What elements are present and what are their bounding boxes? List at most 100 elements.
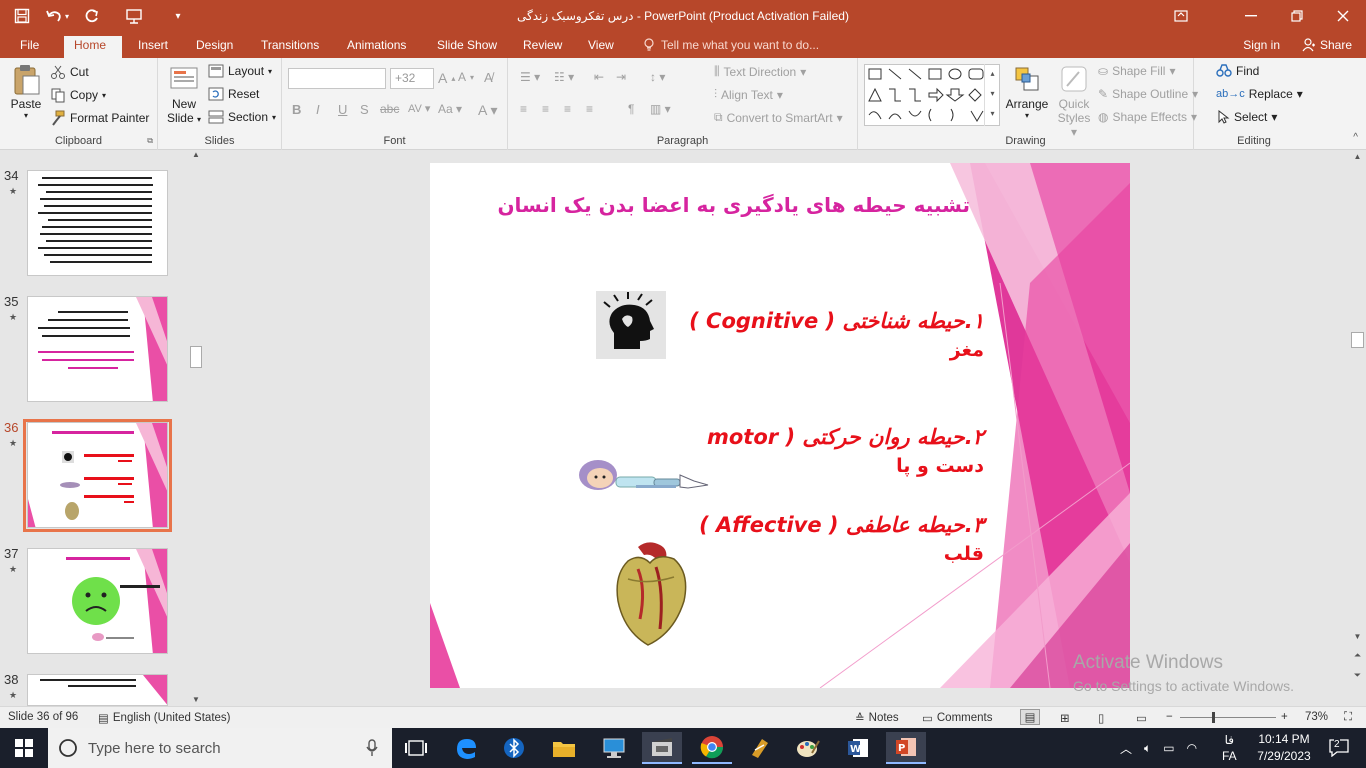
cognitive-organ[interactable]: مغز	[950, 339, 984, 361]
font-size-box[interactable]: +32	[390, 68, 434, 89]
decrease-indent-icon[interactable]: ⇤	[594, 70, 604, 84]
strikethrough-icon[interactable]: abc	[380, 102, 399, 116]
quick-styles-button[interactable]: Quick Styles ▾	[1054, 64, 1094, 139]
slide-scrollbar[interactable]: ▲ ▼ ⏶ ⏷	[1349, 150, 1366, 706]
increase-font-size-icon[interactable]: A ▴	[438, 70, 455, 86]
slide-thumbnail-37[interactable]	[27, 548, 168, 654]
restore-icon[interactable]	[1274, 0, 1320, 32]
slide-sorter-icon[interactable]: ⊞	[1060, 711, 1070, 725]
tab-slide-show[interactable]: Slide Show	[427, 36, 507, 58]
zoom-in-icon[interactable]: +	[1281, 711, 1288, 723]
bold-icon[interactable]: B	[292, 102, 301, 117]
notification-center[interactable]: 2	[1322, 728, 1356, 768]
slide-thumbnail-38[interactable]	[27, 674, 168, 706]
increase-indent-icon[interactable]: ⇥	[616, 70, 626, 84]
zoom-slider-thumb[interactable]	[1212, 712, 1215, 723]
close-icon[interactable]	[1320, 0, 1366, 32]
find-button[interactable]: Find	[1216, 64, 1259, 78]
show-hidden-icons-icon[interactable]: ︿	[1120, 740, 1132, 757]
layout-button[interactable]: Layout ▾	[208, 64, 272, 78]
tab-insert[interactable]: Insert	[128, 36, 178, 58]
tell-me-box[interactable]: Tell me what you want to do...	[643, 38, 819, 52]
shape-outline-button[interactable]: ✎ Shape Outline ▾	[1098, 87, 1198, 101]
movie-maker-icon[interactable]	[642, 732, 682, 764]
line-spacing-icon[interactable]: ↕ ▾	[650, 70, 665, 84]
share-button[interactable]: Share	[1302, 38, 1352, 52]
convert-smartart-button[interactable]: ⧉ Convert to SmartArt ▾	[714, 110, 843, 125]
bluetooth-icon[interactable]	[494, 732, 534, 764]
microphone-icon[interactable]	[366, 739, 378, 757]
tab-review[interactable]: Review	[513, 36, 572, 58]
text-direction-button[interactable]: ⫼ Text Direction ▾	[714, 64, 806, 79]
section-button[interactable]: Section ▾	[208, 110, 276, 124]
previous-slide-icon[interactable]: ⏶	[1349, 650, 1366, 661]
affective-organ[interactable]: قلب	[944, 543, 984, 565]
motor-line[interactable]: ۲.حیطه روان حرکتی ( motor	[707, 425, 984, 449]
numbering-icon[interactable]: ☷ ▾	[554, 70, 574, 84]
next-slide-icon[interactable]: ⏷	[1349, 670, 1366, 681]
underline-icon[interactable]: U	[338, 102, 347, 117]
italic-icon[interactable]: I	[316, 102, 320, 117]
zoom-out-icon[interactable]: −	[1166, 711, 1173, 723]
monitor-app-icon[interactable]	[594, 732, 634, 764]
copy-button[interactable]: Copy ▾	[50, 87, 106, 103]
edge-icon[interactable]	[446, 732, 486, 764]
thumbnail-scrollbar[interactable]: ▲ ▼	[189, 150, 203, 706]
replace-button[interactable]: ab→c Replace ▾	[1216, 87, 1303, 101]
align-center-icon[interactable]: ≡	[542, 102, 549, 116]
align-text-button[interactable]: ⫶ Align Text ▾	[714, 87, 783, 102]
tab-file[interactable]: File	[10, 36, 49, 58]
font-color-icon[interactable]: A ▾	[478, 102, 497, 119]
task-view-icon[interactable]	[396, 732, 436, 764]
dialog-launcher-icon[interactable]: ⧉	[147, 136, 153, 146]
tab-view[interactable]: View	[578, 36, 624, 58]
paint-icon[interactable]	[788, 732, 828, 764]
shapes-gallery[interactable]	[864, 64, 1000, 126]
normal-view-icon[interactable]: ▤	[1020, 709, 1040, 725]
justify-icon[interactable]: ≡	[586, 102, 593, 116]
decrease-font-size-icon[interactable]: A ▾	[458, 70, 474, 84]
align-left-icon[interactable]: ≡	[520, 102, 527, 116]
align-right-icon[interactable]: ≡	[564, 102, 571, 116]
sign-in-link[interactable]: Sign in	[1243, 38, 1280, 52]
cognitive-line[interactable]: ۱.حیطه شناختی ( Cognitive )	[689, 309, 984, 333]
slideshow-icon[interactable]: ▭	[1136, 711, 1147, 725]
current-slide[interactable]: تشبیه حیطه های یادگیری به اعضا بدن یک ان…	[430, 163, 1130, 688]
columns-icon[interactable]: ▥ ▾	[650, 102, 671, 116]
slide-title[interactable]: تشبیه حیطه های یادگیری به اعضا بدن یک ان…	[497, 193, 970, 217]
chrome-icon[interactable]	[692, 732, 732, 764]
fit-to-window-icon[interactable]: ⛶	[1344, 711, 1352, 724]
powerpoint-icon[interactable]: P	[886, 732, 926, 764]
scroll-down-icon[interactable]: ▼	[1349, 632, 1366, 641]
scroll-thumb[interactable]	[190, 346, 202, 368]
zoom-level[interactable]: 73%	[1305, 711, 1328, 723]
notes-button[interactable]: ≙ Notes	[855, 711, 899, 725]
language-switcher[interactable]: فا FA	[1222, 728, 1237, 768]
wifi-icon[interactable]: ◠	[1187, 741, 1197, 755]
slide-thumbnail-36[interactable]	[27, 422, 168, 528]
slide-thumbnail-34[interactable]	[27, 170, 168, 276]
clear-formatting-icon[interactable]: A̸	[484, 70, 493, 85]
winrar-icon[interactable]	[740, 732, 780, 764]
word-icon[interactable]: W	[838, 732, 878, 764]
file-explorer-icon[interactable]	[544, 732, 584, 764]
collapse-ribbon-icon[interactable]: ^	[1353, 132, 1358, 143]
reset-button[interactable]: Reset	[208, 87, 259, 101]
ribbon-display-options-icon[interactable]	[1158, 0, 1204, 32]
cut-button[interactable]: Cut	[50, 64, 89, 80]
shape-fill-button[interactable]: ⛀ Shape Fill ▾	[1098, 64, 1175, 78]
zoom-slider[interactable]	[1180, 717, 1276, 718]
scroll-up-icon[interactable]: ▲	[189, 150, 203, 159]
shape-effects-button[interactable]: ◍ Shape Effects ▾	[1098, 110, 1197, 124]
scroll-up-icon[interactable]: ▲	[1349, 152, 1366, 161]
tab-design[interactable]: Design	[186, 36, 243, 58]
paste-button[interactable]: Paste ▾	[8, 64, 44, 120]
slide-thumbnail-35[interactable]	[27, 296, 168, 402]
arrange-button[interactable]: Arrange ▾	[1004, 64, 1050, 120]
battery-icon[interactable]: ▭	[1163, 741, 1174, 755]
font-name-box[interactable]	[288, 68, 386, 89]
reading-view-icon[interactable]: ▯	[1098, 711, 1104, 725]
affective-line[interactable]: ۳.حیطه عاطفی ( Affective )	[699, 513, 984, 537]
tab-transitions[interactable]: Transitions	[251, 36, 329, 58]
tab-home[interactable]: Home	[64, 36, 122, 58]
